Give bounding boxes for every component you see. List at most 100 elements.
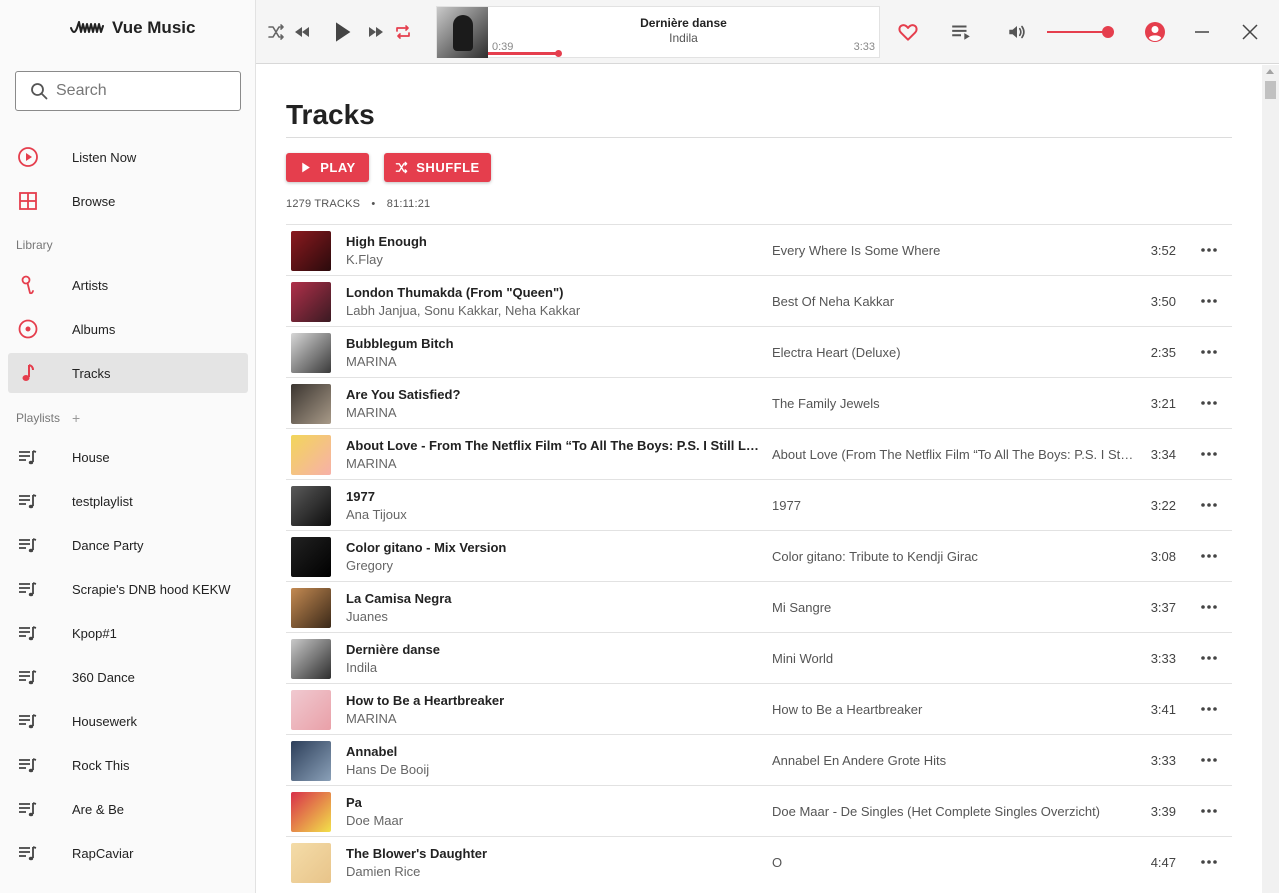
close-button[interactable] bbox=[1236, 18, 1264, 46]
track-album[interactable]: Doe Maar - De Singles (Het Complete Sing… bbox=[772, 804, 1134, 819]
track-artist[interactable]: Doe Maar bbox=[346, 813, 761, 828]
track-artist[interactable]: Ana Tijoux bbox=[346, 507, 761, 522]
playlist-item-kpop-1[interactable]: Kpop#1 bbox=[8, 613, 248, 653]
track-artist[interactable]: MARINA bbox=[346, 405, 761, 420]
brand[interactable]: Vue Music bbox=[70, 14, 195, 42]
play-all-button[interactable]: PLAY bbox=[286, 153, 369, 182]
minimize-button[interactable] bbox=[1188, 18, 1216, 46]
track-row[interactable]: Color gitano - Mix Version Gregory Color g… bbox=[286, 530, 1232, 581]
playlist-icon bbox=[8, 657, 48, 697]
track-album[interactable]: Best Of Neha Kakkar bbox=[772, 294, 1134, 309]
volume-icon bbox=[1009, 25, 1025, 39]
playlist-item-rock-this[interactable]: Rock This bbox=[8, 745, 248, 785]
track-title: About Love - From The Netflix Film “To A… bbox=[346, 438, 761, 453]
track-album[interactable]: Mi Sangre bbox=[772, 600, 1134, 615]
track-album[interactable]: How to Be a Heartbreaker bbox=[772, 702, 1134, 717]
more-options-button[interactable] bbox=[1196, 241, 1222, 259]
track-album[interactable]: Color gitano: Tribute to Kendji Girac bbox=[772, 549, 1134, 564]
playlist-item-house[interactable]: House bbox=[8, 437, 248, 477]
scroll-thumb[interactable] bbox=[1265, 81, 1276, 99]
track-album[interactable]: Every Where Is Some Where bbox=[772, 243, 1134, 258]
track-row[interactable]: La Camisa Negra Juanes Mi Sangre 3:37 bbox=[286, 581, 1232, 632]
track-artist[interactable]: Indila bbox=[346, 660, 761, 675]
add-playlist-button[interactable]: + bbox=[72, 410, 80, 426]
track-artist[interactable]: MARINA bbox=[346, 711, 761, 726]
progress-bar[interactable] bbox=[488, 50, 879, 57]
favorite-button[interactable] bbox=[894, 18, 922, 46]
more-options-button[interactable] bbox=[1196, 547, 1222, 565]
progress-handle[interactable] bbox=[555, 50, 563, 57]
track-album[interactable]: Annabel En Andere Grote Hits bbox=[772, 753, 1134, 768]
more-options-button[interactable] bbox=[1196, 853, 1222, 871]
track-artist[interactable]: Hans De Booij bbox=[346, 762, 761, 777]
more-options-button[interactable] bbox=[1196, 700, 1222, 718]
track-row[interactable]: About Love - From The Netflix Film “To A… bbox=[286, 428, 1232, 479]
album-art bbox=[291, 231, 331, 271]
sidebar-item-albums[interactable]: Albums bbox=[8, 309, 248, 349]
track-album[interactable]: The Family Jewels bbox=[772, 396, 1134, 411]
more-options-button[interactable] bbox=[1196, 649, 1222, 667]
more-options-button[interactable] bbox=[1196, 445, 1222, 463]
track-album[interactable]: About Love (From The Netflix Film “To Al… bbox=[772, 447, 1134, 462]
volume-slider[interactable] bbox=[1047, 31, 1109, 33]
next-button[interactable] bbox=[362, 18, 390, 46]
playlist-item-scrapie-s-dnb-hood-kekw[interactable]: Scrapie's DNB hood KEKW bbox=[8, 569, 248, 609]
playlist-item-dance-party[interactable]: Dance Party bbox=[8, 525, 248, 565]
more-options-button[interactable] bbox=[1196, 394, 1222, 412]
track-artist[interactable]: MARINA bbox=[346, 354, 761, 369]
playlist-item-housewerk[interactable]: Housewerk bbox=[8, 701, 248, 741]
more-options-button[interactable] bbox=[1196, 751, 1222, 769]
shuffle-all-button[interactable]: SHUFFLE bbox=[384, 153, 491, 182]
track-row[interactable]: Dernière danse Indila Mini World 3:33 bbox=[286, 632, 1232, 683]
playlist-icon bbox=[8, 481, 48, 521]
volume-handle[interactable] bbox=[1102, 26, 1114, 38]
queue-button[interactable] bbox=[947, 18, 975, 46]
track-album[interactable]: O bbox=[772, 855, 1134, 870]
sidebar-item-tracks[interactable]: Tracks bbox=[8, 353, 248, 393]
search-box[interactable] bbox=[15, 71, 241, 111]
track-artist[interactable]: Juanes bbox=[346, 609, 761, 624]
scroll-up-arrow-icon[interactable] bbox=[1266, 69, 1274, 74]
more-options-button[interactable] bbox=[1196, 496, 1222, 514]
sidebar-item-listen-now[interactable]: Listen Now bbox=[8, 137, 248, 177]
account-button[interactable] bbox=[1140, 17, 1170, 47]
track-artist[interactable]: Labh Janjua, Sonu Kakkar, Neha Kakkar bbox=[346, 303, 761, 318]
track-row[interactable]: How to Be a Heartbreaker MARINA How to Be … bbox=[286, 683, 1232, 734]
track-row[interactable]: Are You Satisfied? MARINA The Family Jewel… bbox=[286, 377, 1232, 428]
track-row[interactable]: London Thumakda (From "Queen") Labh Janju… bbox=[286, 275, 1232, 326]
sidebar-item-artists[interactable]: Artists bbox=[8, 265, 248, 305]
track-artist[interactable]: Damien Rice bbox=[346, 864, 761, 879]
track-artist[interactable]: MARINA bbox=[346, 456, 761, 471]
now-playing-card[interactable]: Dernière danse Indila 0:39 3:33 bbox=[436, 6, 880, 58]
track-album[interactable]: 1977 bbox=[772, 498, 1134, 513]
more-options-button[interactable] bbox=[1196, 343, 1222, 361]
more-options-button[interactable] bbox=[1196, 292, 1222, 310]
more-options-button[interactable] bbox=[1196, 802, 1222, 820]
previous-button[interactable] bbox=[288, 18, 316, 46]
track-row[interactable]: 1977 Ana Tijoux 1977 3:22 bbox=[286, 479, 1232, 530]
track-row[interactable]: Annabel Hans De Booij Annabel En Andere Gr… bbox=[286, 734, 1232, 785]
playlist-item-360-dance[interactable]: 360 Dance bbox=[8, 657, 248, 697]
playlist-item-rapcaviar[interactable]: RapCaviar bbox=[8, 833, 248, 873]
nav-item-label: RapCaviar bbox=[72, 845, 134, 861]
track-album[interactable]: Mini World bbox=[772, 651, 1134, 666]
search-input[interactable] bbox=[56, 82, 226, 100]
playlist-item-testplaylist[interactable]: testplaylist bbox=[8, 481, 248, 521]
now-playing-artist: Indila bbox=[669, 31, 698, 45]
track-row[interactable]: High Enough K.Flay Every Where Is Some Whe… bbox=[286, 224, 1232, 275]
play-button[interactable] bbox=[326, 16, 358, 48]
sidebar-item-browse[interactable]: Browse bbox=[8, 181, 248, 221]
track-artist[interactable]: K.Flay bbox=[346, 252, 761, 267]
shuffle-button[interactable] bbox=[262, 18, 290, 46]
track-row[interactable]: The Blower's Daughter Damien Rice O 4:47 bbox=[286, 836, 1232, 887]
track-row[interactable]: Pa Doe Maar Doe Maar - De Singles (Het Com… bbox=[286, 785, 1232, 836]
track-album[interactable]: Electra Heart (Deluxe) bbox=[772, 345, 1134, 360]
track-row[interactable]: Bubblegum Bitch MARINA Electra Heart (Delu… bbox=[286, 326, 1232, 377]
playlist-item-are-be[interactable]: Are & Be bbox=[8, 789, 248, 829]
more-options-button[interactable] bbox=[1196, 598, 1222, 616]
more-horizontal-icon bbox=[1201, 707, 1217, 711]
repeat-button[interactable] bbox=[389, 18, 417, 46]
scrollbar[interactable] bbox=[1262, 65, 1279, 893]
volume-button[interactable] bbox=[1003, 18, 1031, 46]
track-artist[interactable]: Gregory bbox=[346, 558, 761, 573]
